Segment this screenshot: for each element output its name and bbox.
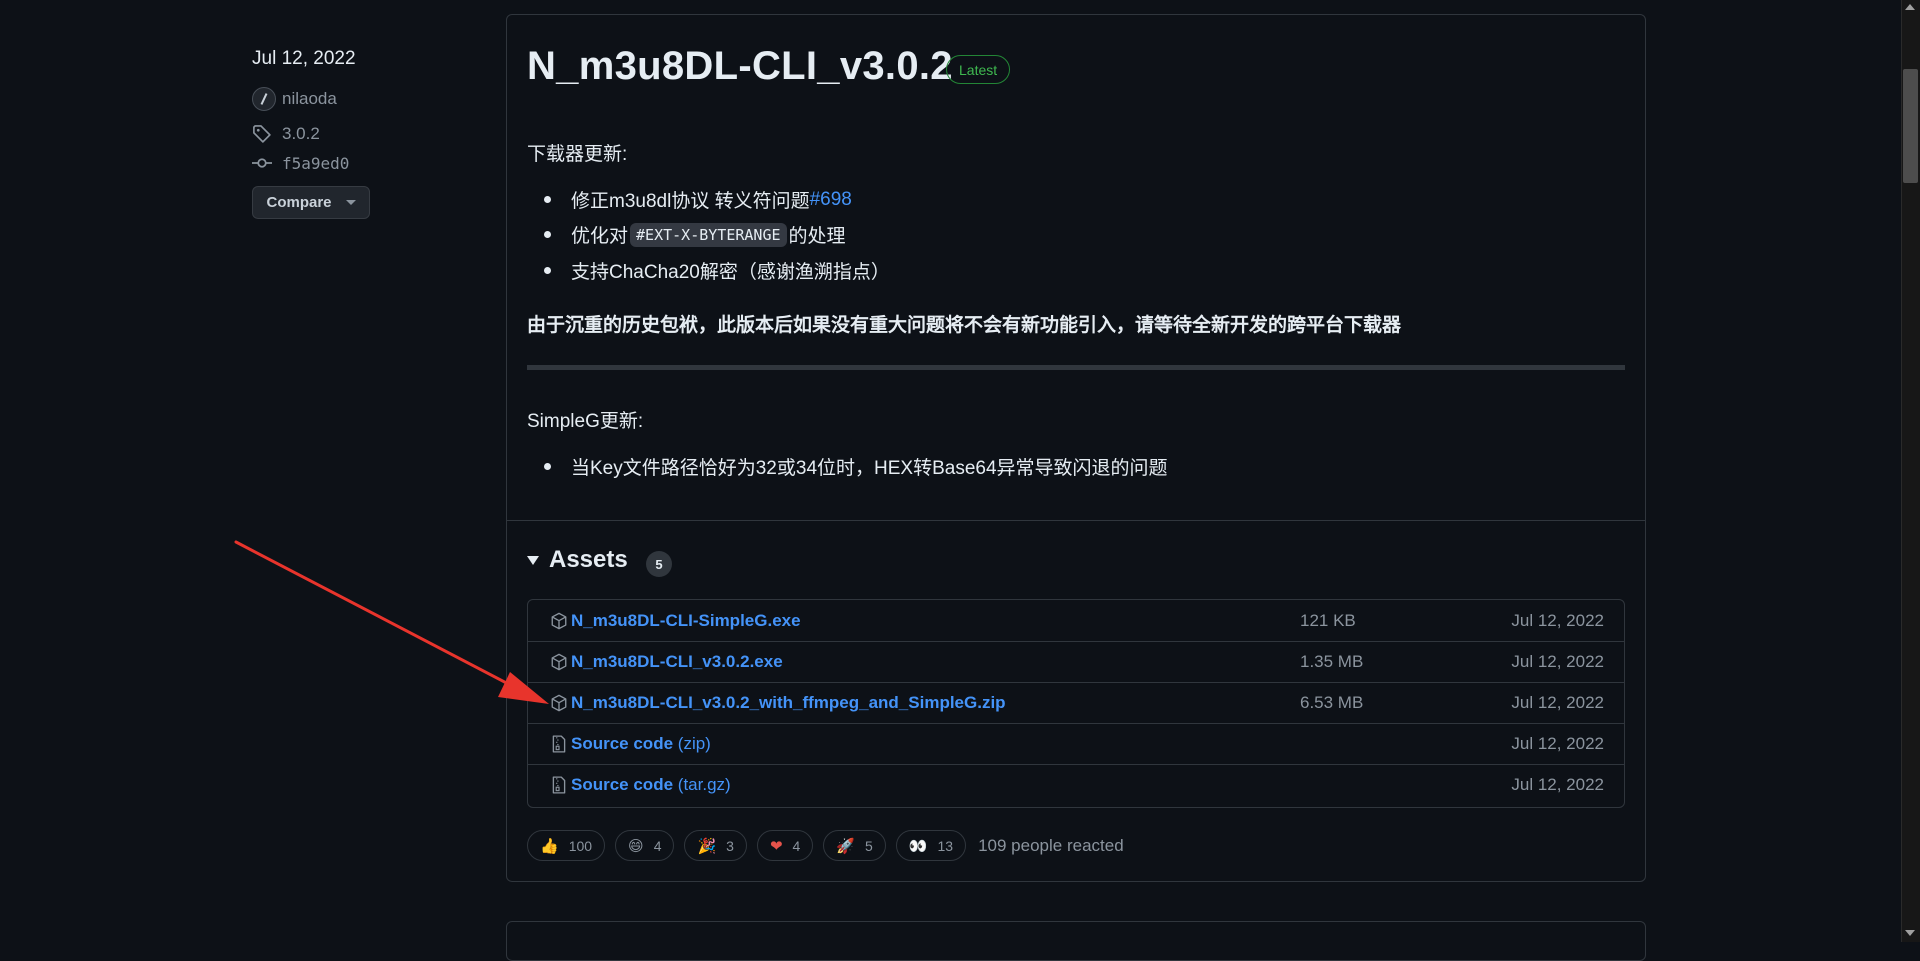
thumbs-up-icon: 👍 [540, 837, 559, 855]
asset-row: N_m3u8DL-CLI_v3.0.2_with_ffmpeg_and_Simp… [528, 682, 1624, 723]
commit-hash[interactable]: f5a9ed0 [282, 154, 349, 173]
tag-icon [253, 125, 271, 143]
notes-bold-notice: 由于沉重的历史包袱，此版本后如果没有重大问题将不会有新功能引入，请等待全新开发的… [527, 315, 1402, 336]
asset-date: Jul 12, 2022 [1511, 734, 1604, 753]
asset-link[interactable]: Source code (zip) [571, 734, 711, 754]
asset-size: 121 KB [1300, 610, 1356, 630]
asset-row: Source code (tar.gz) Jul 12, 2022 [528, 764, 1624, 805]
chevron-down-icon [345, 200, 356, 205]
asset-date: Jul 12, 2022 [1511, 610, 1604, 630]
release-title[interactable]: N_m3u8DL-CLI_v3.0.2 [527, 44, 953, 89]
list-item: 优化对 #EXT-X-BYTERANGE 的处理 [532, 221, 846, 248]
release-commit[interactable]: f5a9ed0 [252, 153, 349, 173]
asset-link[interactable]: N_m3u8DL-CLI_v3.0.2.exe [571, 652, 783, 672]
asset-date: Jul 12, 2022 [1511, 652, 1604, 671]
reactions-bar: 👍 100 😄 4 🎉 3 ❤ 4 🚀 5 👀 13 109 people re… [527, 830, 1124, 861]
package-icon [549, 652, 569, 672]
scroll-down-icon[interactable] [1905, 930, 1915, 936]
package-icon [549, 693, 569, 713]
reaction-hooray[interactable]: 🎉 3 [684, 830, 747, 861]
release-author[interactable]: nilaoda [252, 86, 337, 112]
rocket-icon: 🚀 [836, 837, 856, 855]
file-zip-icon [549, 734, 569, 754]
notes-heading-simpleg: SimpleG更新: [527, 411, 644, 432]
reaction-eyes[interactable]: 👀 13 [895, 830, 967, 861]
tag-label[interactable]: 3.0.2 [282, 124, 320, 144]
hooray-icon: 🎉 [697, 837, 717, 855]
asset-link[interactable]: N_m3u8DL-CLI_v3.0.2_with_ffmpeg_and_Simp… [571, 693, 1006, 713]
asset-link[interactable]: Source code (tar.gz) [571, 775, 731, 795]
release-date: Jul 12, 2022 [252, 48, 356, 69]
scroll-up-icon[interactable] [1905, 4, 1915, 10]
notes-list-simpleg: 当Key文件路径恰好为32或34位时，HEX转Base64异常导致闪退的问题 [532, 453, 1602, 483]
reactions-summary[interactable]: 109 people reacted [978, 836, 1124, 856]
asset-date: Jul 12, 2022 [1511, 693, 1604, 712]
reaction-laugh[interactable]: 😄 4 [615, 830, 675, 861]
eyes-icon: 👀 [908, 837, 928, 855]
asset-date: Jul 12, 2022 [1511, 775, 1604, 794]
heart-icon: ❤ [769, 837, 783, 855]
release-tag[interactable]: 3.0.2 [252, 124, 320, 144]
reaction-heart[interactable]: ❤ 4 [756, 830, 814, 861]
list-item: 支持ChaCha20解密（感谢渔溯指点） [532, 257, 890, 284]
assets-list: N_m3u8DL-CLI-SimpleG.exe 121 KB Jul 12, … [527, 599, 1625, 808]
compare-label: Compare [266, 194, 332, 211]
reaction-rocket[interactable]: 🚀 5 [823, 830, 886, 861]
next-release-card [506, 921, 1646, 961]
asset-row: N_m3u8DL-CLI_v3.0.2.exe 1.35 MB Jul 12, … [528, 641, 1624, 682]
commit-icon [252, 158, 272, 168]
assets-title: Assets [549, 546, 628, 573]
triangle-down-icon [527, 555, 539, 565]
card-divider [507, 520, 1645, 521]
list-item: 修正m3u8dl协议 转义符问题 #698 [532, 186, 852, 213]
scrollbar-thumb[interactable] [1903, 69, 1918, 183]
asset-row: Source code (zip) Jul 12, 2022 [528, 723, 1624, 764]
assets-toggle[interactable]: Assets [527, 546, 628, 574]
notes-list-downloader: 修正m3u8dl协议 转义符问题 #698 优化对 #EXT-X-BYTERAN… [532, 186, 1602, 286]
author-name[interactable]: nilaoda [282, 89, 337, 109]
asset-row: N_m3u8DL-CLI-SimpleG.exe 121 KB Jul 12, … [528, 600, 1624, 641]
reaction-thumbs-up[interactable]: 👍 100 [527, 830, 606, 861]
horizontal-rule [527, 365, 1625, 370]
issue-link[interactable]: #698 [810, 189, 852, 211]
asset-link[interactable]: N_m3u8DL-CLI-SimpleG.exe [571, 611, 801, 631]
asset-size: 1.35 MB [1300, 652, 1364, 671]
asset-size: 6.53 MB [1300, 693, 1364, 712]
laugh-icon: 😄 [628, 837, 644, 855]
latest-badge: Latest [946, 55, 1011, 84]
avatar[interactable] [252, 87, 276, 111]
compare-button[interactable]: Compare [252, 186, 370, 219]
assets-count-badge: 5 [646, 551, 672, 577]
file-zip-icon [549, 775, 569, 795]
notes-heading-downloader: 下载器更新: [527, 144, 628, 165]
list-item: 当Key文件路径恰好为32或34位时，HEX转Base64异常导致闪退的问题 [532, 453, 1168, 480]
inline-code: #EXT-X-BYTERANGE [630, 222, 787, 247]
package-icon [549, 611, 569, 631]
